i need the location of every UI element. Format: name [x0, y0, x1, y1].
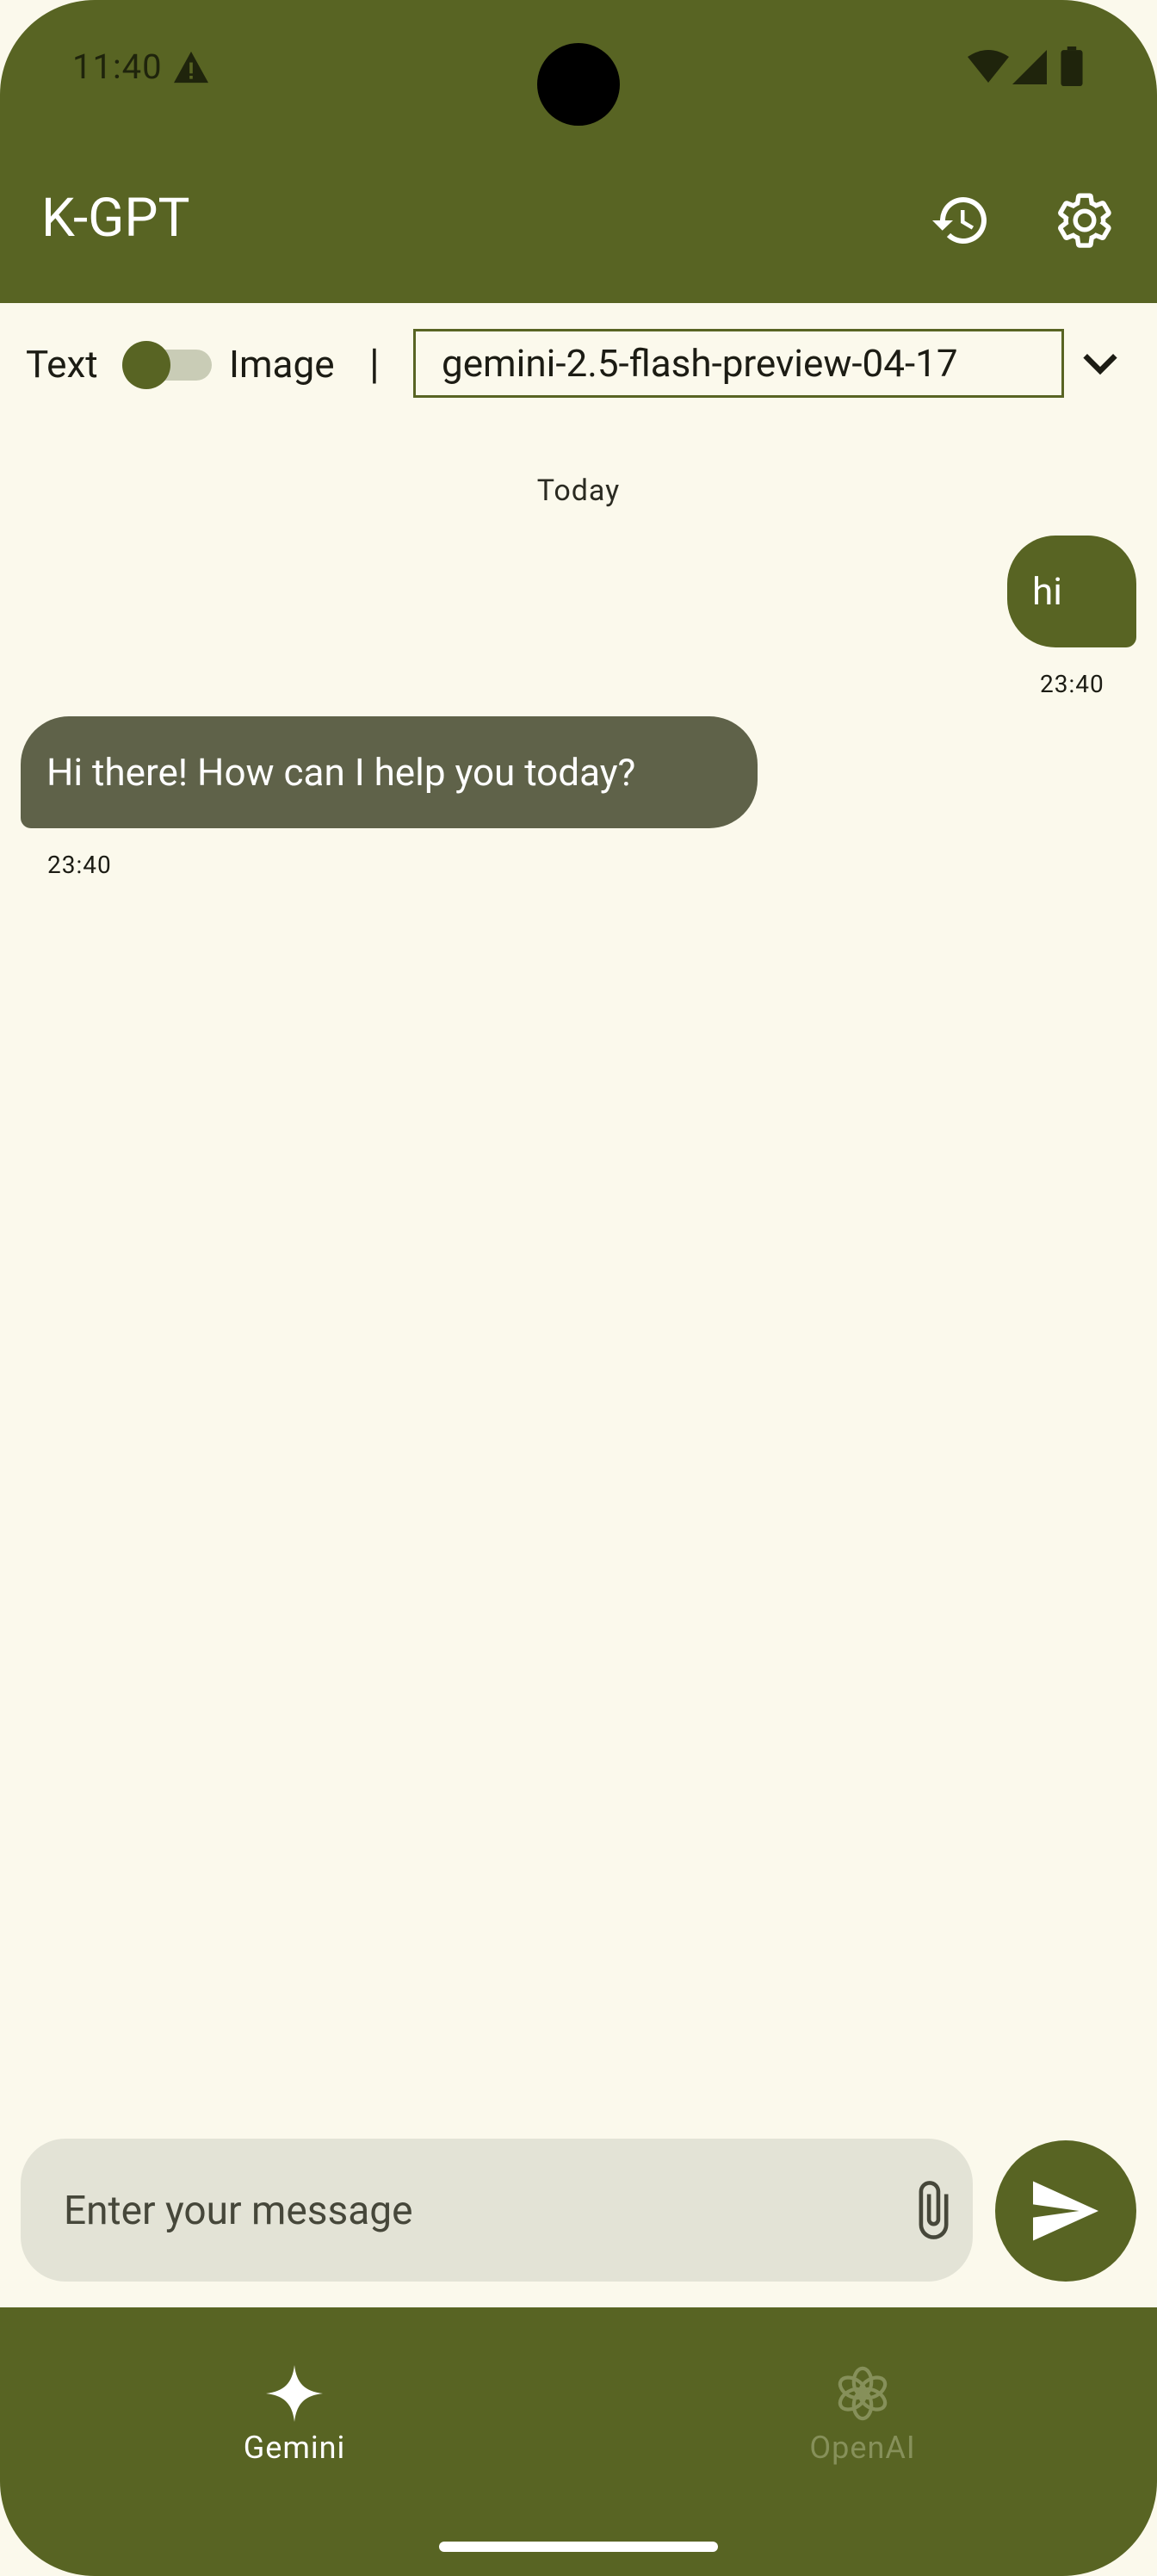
user-message-time: 23:40 — [1040, 670, 1104, 698]
send-button[interactable] — [995, 2140, 1136, 2282]
history-icon[interactable] — [930, 189, 992, 251]
chevron-down-icon[interactable] — [1078, 344, 1123, 382]
sparkle-icon — [266, 2365, 323, 2422]
send-icon — [1033, 2181, 1098, 2241]
status-time: 11:40 — [72, 46, 163, 87]
nav-label-gemini: Gemini — [243, 2430, 346, 2466]
app-title: K-GPT — [41, 187, 190, 250]
mode-text-label: Text — [26, 342, 98, 387]
nav-label-openai: OpenAI — [809, 2430, 916, 2466]
user-message-bubble: hi — [1007, 536, 1136, 647]
settings-icon[interactable] — [1054, 189, 1116, 251]
home-indicator — [439, 2542, 718, 2552]
signal-icon — [1012, 50, 1047, 84]
app-screen: 11:40 K-GPT Text Image | gemini-2.5-flas… — [0, 0, 1157, 2576]
model-selector-field[interactable]: gemini-2.5-flash-preview-04-17 — [413, 329, 1064, 398]
bottom-navigation: Gemini OpenAI — [0, 2307, 1157, 2576]
attach-icon[interactable] — [895, 2178, 969, 2242]
assistant-message-bubble: Hi there! How can I help you today? — [21, 716, 758, 828]
message-input[interactable] — [62, 2139, 866, 2283]
top-app-bar: 11:40 K-GPT — [0, 0, 1157, 303]
nav-item-openai[interactable]: OpenAI — [733, 2307, 992, 2480]
message-composer — [21, 2139, 973, 2283]
camera-cutout — [537, 43, 620, 126]
date-divider: Today — [536, 474, 621, 508]
warning-icon — [174, 51, 208, 84]
separator: | — [369, 339, 380, 388]
mode-toggle-switch[interactable] — [122, 341, 212, 389]
switch-thumb — [122, 341, 170, 389]
nav-item-gemini[interactable]: Gemini — [165, 2307, 424, 2480]
mode-image-label: Image — [229, 342, 335, 387]
openai-icon — [838, 2366, 888, 2421]
wifi-icon — [968, 50, 1009, 83]
assistant-message-time: 23:40 — [47, 851, 112, 879]
battery-icon — [1061, 46, 1083, 86]
